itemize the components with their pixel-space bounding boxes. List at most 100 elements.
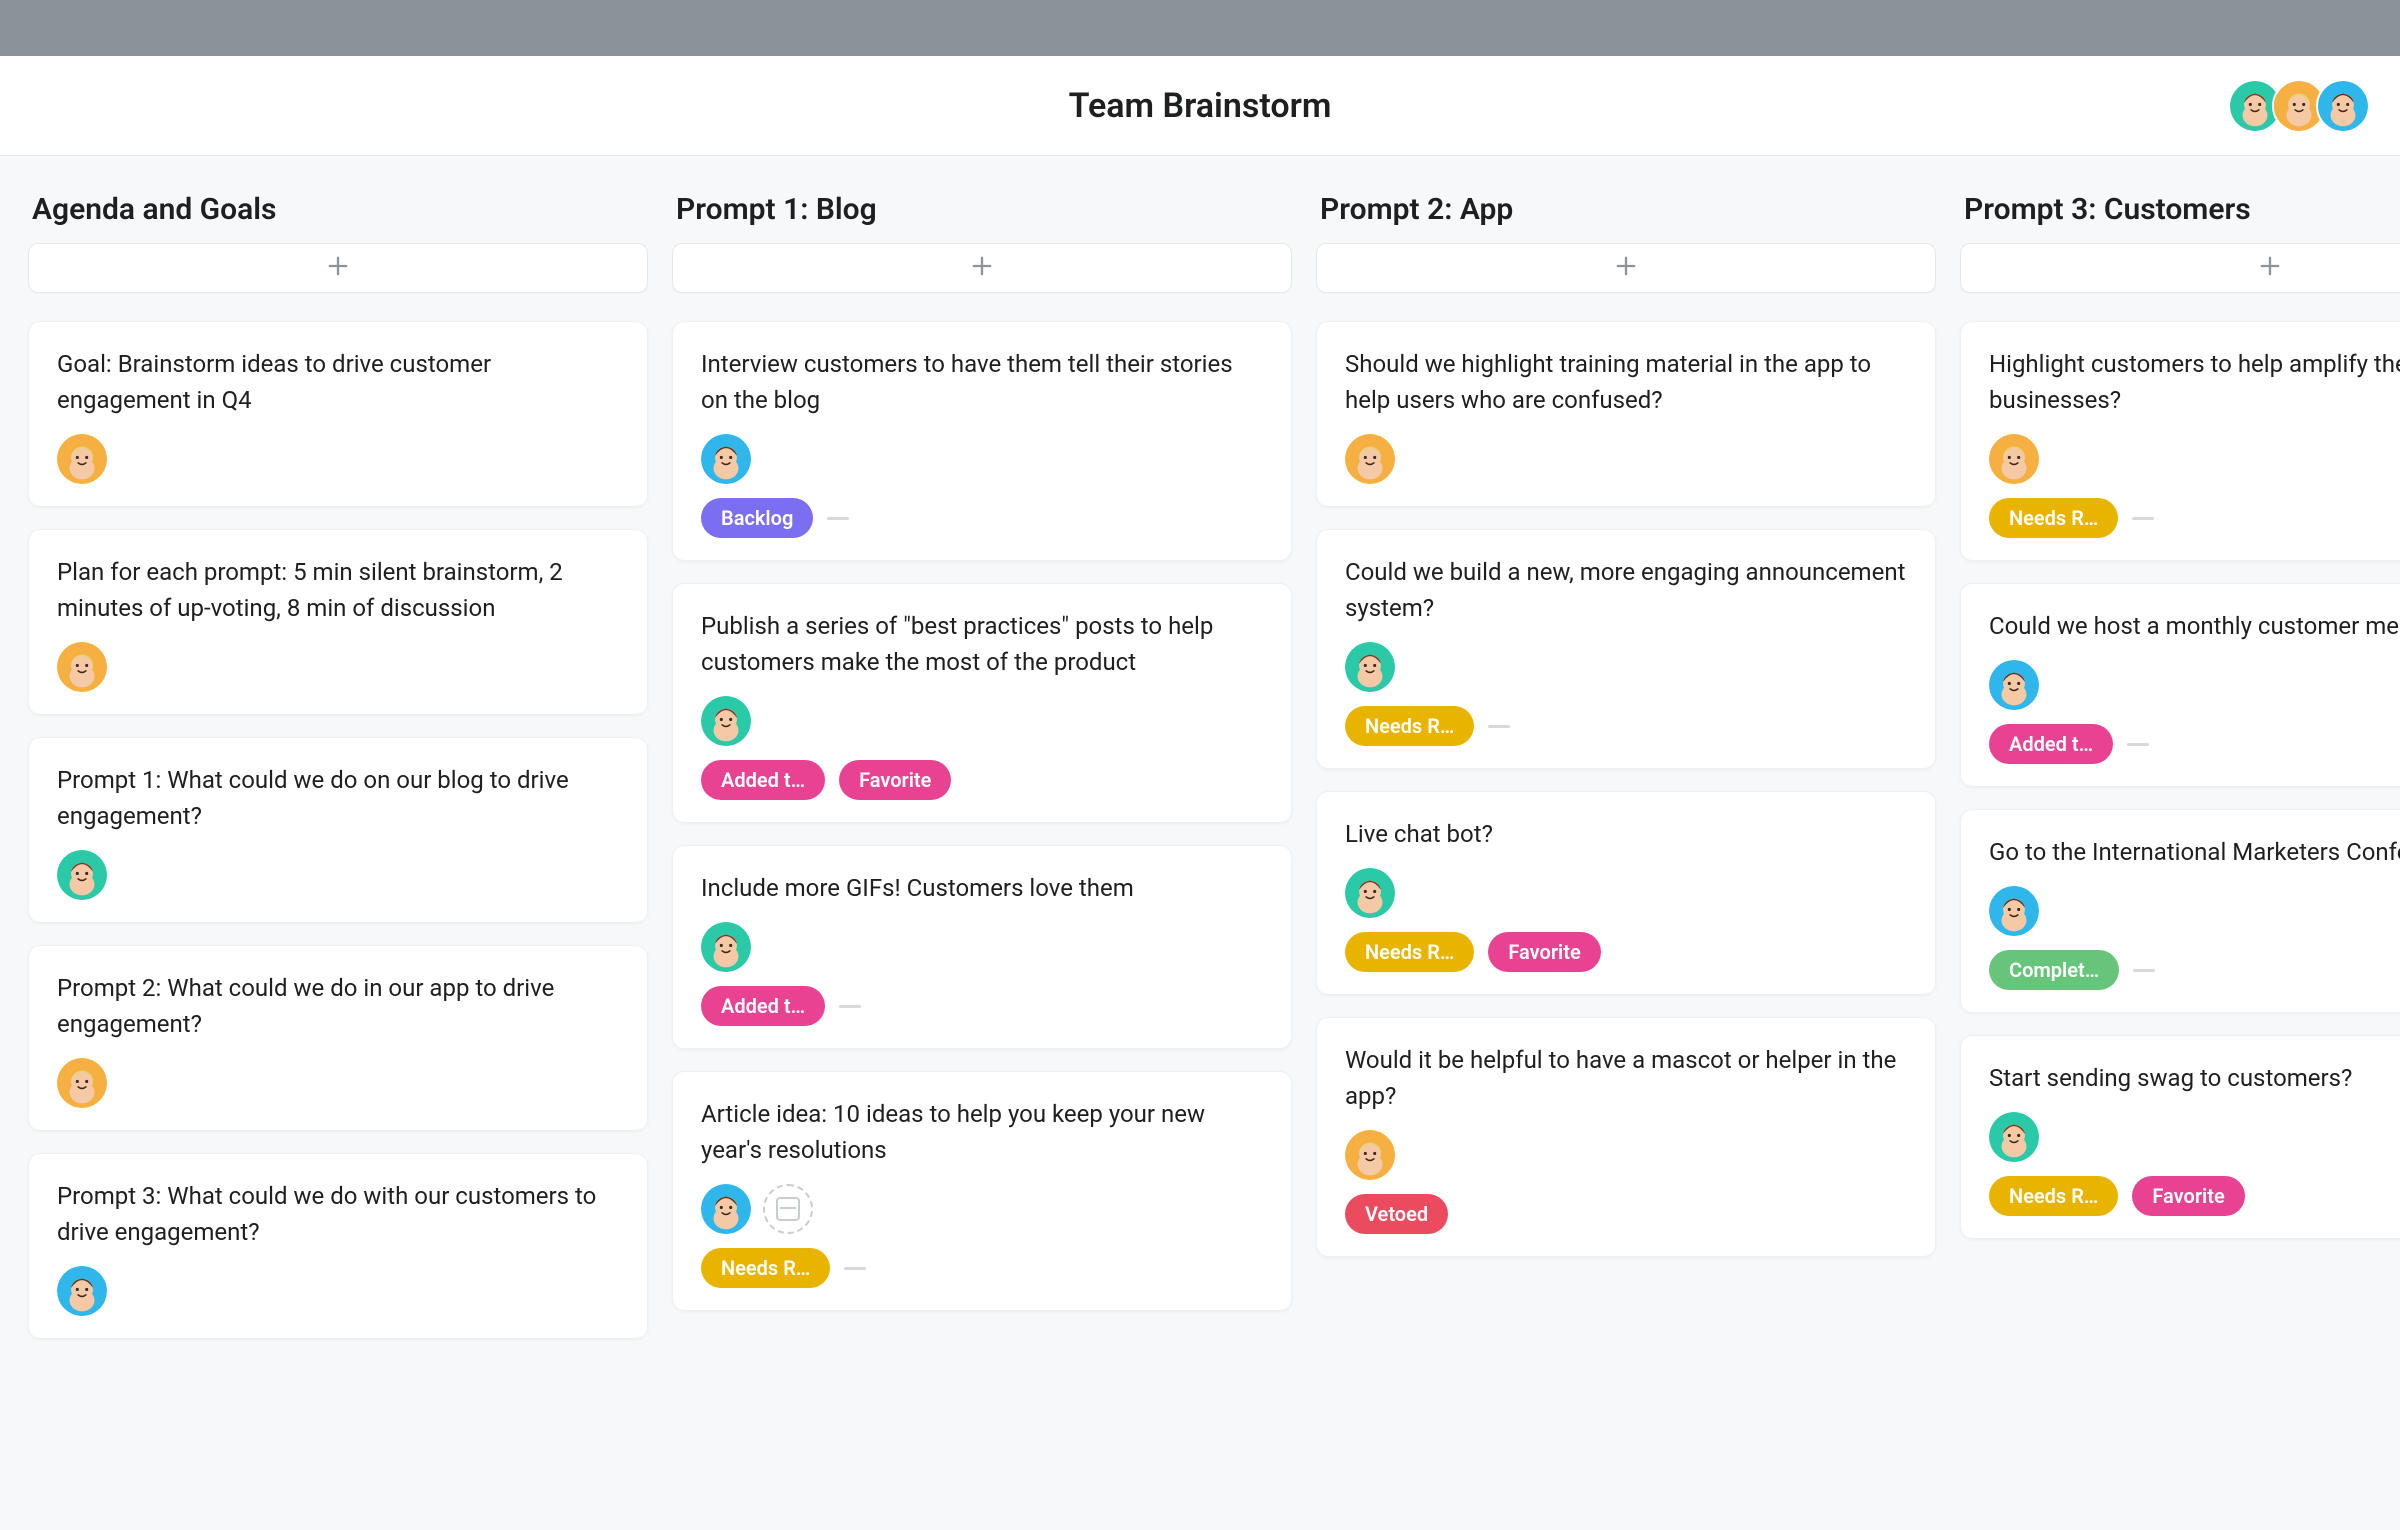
task-card[interactable]: Highlight customers to help amplify thei… bbox=[1960, 321, 2400, 561]
board-column: Prompt 3: Customers Highlight customers t… bbox=[1960, 184, 2400, 1261]
tag-needs[interactable]: Needs R… bbox=[1345, 706, 1474, 746]
assignee-avatar[interactable] bbox=[57, 642, 107, 692]
add-tag-placeholder[interactable] bbox=[2127, 743, 2149, 746]
assignee-avatar[interactable] bbox=[57, 850, 107, 900]
due-date-placeholder-icon[interactable] bbox=[763, 1184, 813, 1234]
tag-vetoed[interactable]: Vetoed bbox=[1345, 1194, 1448, 1234]
tag-needs[interactable]: Needs R… bbox=[1989, 1176, 2118, 1216]
task-meta bbox=[1989, 1112, 2400, 1162]
header: Team Brainstorm bbox=[0, 56, 2400, 156]
add-card-button[interactable] bbox=[672, 243, 1292, 293]
task-title: Start sending swag to customers? bbox=[1989, 1060, 2400, 1096]
column-title[interactable]: Prompt 2: App bbox=[1316, 184, 1936, 243]
tag-backlog[interactable]: Backlog bbox=[701, 498, 813, 538]
task-card[interactable]: Live chat bot? Needs R… Favorite bbox=[1316, 791, 1936, 995]
column-title[interactable]: Agenda and Goals bbox=[28, 184, 648, 243]
task-card[interactable]: Prompt 2: What could we do in our app to… bbox=[28, 945, 648, 1131]
task-meta bbox=[57, 1058, 619, 1108]
tag-row: Needs R… bbox=[701, 1248, 1263, 1288]
task-card[interactable]: Go to the International Marketers Confer… bbox=[1960, 809, 2400, 1013]
tag-row: Added t… bbox=[1989, 724, 2400, 764]
task-card[interactable]: Could we host a monthly customer meet up… bbox=[1960, 583, 2400, 787]
tag-added[interactable]: Added t… bbox=[701, 760, 825, 800]
assignee-avatar[interactable] bbox=[1345, 868, 1395, 918]
task-title: Prompt 3: What could we do with our cust… bbox=[57, 1178, 619, 1250]
assignee-avatar[interactable] bbox=[57, 434, 107, 484]
tag-complete[interactable]: Complet… bbox=[1989, 950, 2119, 990]
assignee-avatar[interactable] bbox=[701, 696, 751, 746]
board-column: Prompt 1: Blog Interview customers to hav… bbox=[672, 184, 1292, 1333]
plus-icon bbox=[324, 252, 352, 284]
task-card[interactable]: Prompt 1: What could we do on our blog t… bbox=[28, 737, 648, 923]
column-title[interactable]: Prompt 3: Customers bbox=[1960, 184, 2400, 243]
task-title: Live chat bot? bbox=[1345, 816, 1907, 852]
assignee-avatar[interactable] bbox=[701, 1184, 751, 1234]
tag-favorite[interactable]: Favorite bbox=[2132, 1176, 2244, 1216]
task-title: Plan for each prompt: 5 min silent brain… bbox=[57, 554, 619, 626]
task-meta bbox=[1989, 660, 2400, 710]
task-meta bbox=[1989, 434, 2400, 484]
task-card[interactable]: Goal: Brainstorm ideas to drive customer… bbox=[28, 321, 648, 507]
add-tag-placeholder[interactable] bbox=[844, 1267, 866, 1270]
assignee-avatar[interactable] bbox=[1345, 642, 1395, 692]
task-card[interactable]: Start sending swag to customers? Needs R… bbox=[1960, 1035, 2400, 1239]
add-card-button[interactable] bbox=[1960, 243, 2400, 293]
task-meta bbox=[1345, 1130, 1907, 1180]
add-tag-placeholder[interactable] bbox=[2132, 517, 2154, 520]
assignee-avatar[interactable] bbox=[57, 1266, 107, 1316]
task-title: Publish a series of "best practices" pos… bbox=[701, 608, 1263, 680]
task-card[interactable]: Include more GIFs! Customers love them A… bbox=[672, 845, 1292, 1049]
task-title: Interview customers to have them tell th… bbox=[701, 346, 1263, 418]
assignee-avatar[interactable] bbox=[57, 1058, 107, 1108]
tag-added[interactable]: Added t… bbox=[1989, 724, 2113, 764]
window-chrome-bar bbox=[0, 0, 2400, 56]
collaborator-avatar[interactable] bbox=[2316, 79, 2370, 133]
assignee-avatar[interactable] bbox=[701, 922, 751, 972]
add-tag-placeholder[interactable] bbox=[1488, 725, 1510, 728]
assignee-avatar[interactable] bbox=[1345, 1130, 1395, 1180]
tag-row: Backlog bbox=[701, 498, 1263, 538]
task-card[interactable]: Interview customers to have them tell th… bbox=[672, 321, 1292, 561]
assignee-avatar[interactable] bbox=[1989, 1112, 2039, 1162]
task-card[interactable]: Would it be helpful to have a mascot or … bbox=[1316, 1017, 1936, 1257]
task-card[interactable]: Article idea: 10 ideas to help you keep … bbox=[672, 1071, 1292, 1311]
assignee-avatar[interactable] bbox=[1989, 660, 2039, 710]
tag-row: Needs R… Favorite bbox=[1989, 1176, 2400, 1216]
task-card[interactable]: Prompt 3: What could we do with our cust… bbox=[28, 1153, 648, 1339]
tag-row: Added t… Favorite bbox=[701, 760, 1263, 800]
task-title: Highlight customers to help amplify thei… bbox=[1989, 346, 2400, 418]
add-tag-placeholder[interactable] bbox=[839, 1005, 861, 1008]
task-card[interactable]: Plan for each prompt: 5 min silent brain… bbox=[28, 529, 648, 715]
tag-needs[interactable]: Needs R… bbox=[701, 1248, 830, 1288]
assignee-avatar[interactable] bbox=[701, 434, 751, 484]
add-card-button[interactable] bbox=[1316, 243, 1936, 293]
task-meta bbox=[57, 850, 619, 900]
assignee-avatar[interactable] bbox=[1345, 434, 1395, 484]
add-tag-placeholder[interactable] bbox=[2133, 969, 2155, 972]
column-title[interactable]: Prompt 1: Blog bbox=[672, 184, 1292, 243]
tag-needs[interactable]: Needs R… bbox=[1989, 498, 2118, 538]
task-meta bbox=[1345, 642, 1907, 692]
add-card-button[interactable] bbox=[28, 243, 648, 293]
task-card[interactable]: Publish a series of "best practices" pos… bbox=[672, 583, 1292, 823]
tag-favorite[interactable]: Favorite bbox=[839, 760, 951, 800]
board-column: Prompt 2: App Should we highlight trainin… bbox=[1316, 184, 1936, 1279]
task-meta bbox=[57, 434, 619, 484]
add-tag-placeholder[interactable] bbox=[827, 517, 849, 520]
assignee-avatar[interactable] bbox=[1989, 434, 2039, 484]
collaborator-avatars[interactable] bbox=[2238, 79, 2370, 133]
task-card[interactable]: Could we build a new, more engaging anno… bbox=[1316, 529, 1936, 769]
tag-added[interactable]: Added t… bbox=[701, 986, 825, 1026]
tag-favorite[interactable]: Favorite bbox=[1488, 932, 1600, 972]
task-title: Go to the International Marketers Confer… bbox=[1989, 834, 2400, 870]
task-card[interactable]: Should we highlight training material in… bbox=[1316, 321, 1936, 507]
task-meta bbox=[701, 696, 1263, 746]
task-title: Should we highlight training material in… bbox=[1345, 346, 1907, 418]
task-meta bbox=[701, 1184, 1263, 1234]
tag-row: Complet… bbox=[1989, 950, 2400, 990]
board: Agenda and Goals Goal: Brainstorm ideas t… bbox=[0, 156, 2400, 1389]
tag-needs[interactable]: Needs R… bbox=[1345, 932, 1474, 972]
tag-row: Added t… bbox=[701, 986, 1263, 1026]
task-meta bbox=[701, 922, 1263, 972]
assignee-avatar[interactable] bbox=[1989, 886, 2039, 936]
